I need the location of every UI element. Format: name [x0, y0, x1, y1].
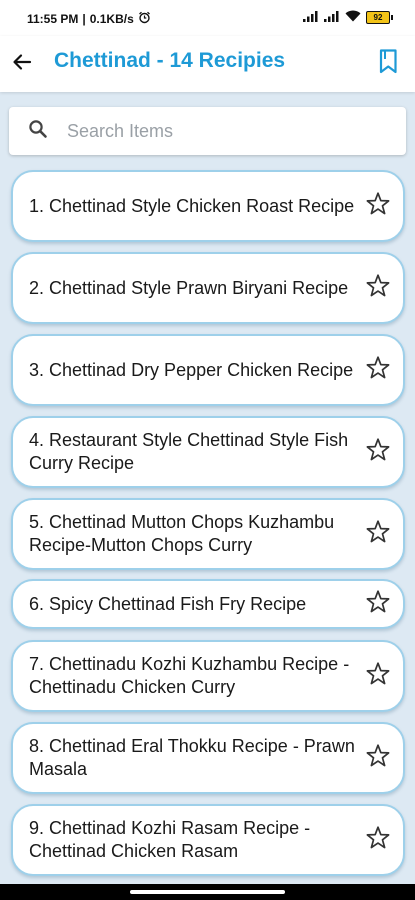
recipe-card[interactable]: 9. Chettinad Kozhi Rasam Recipe - Chetti… [11, 804, 405, 876]
star-icon [365, 743, 391, 774]
recipe-card[interactable]: 1. Chettinad Style Chicken Roast Recipe [11, 170, 405, 242]
recipe-card[interactable]: 8. Chettinad Eral Thokku Recipe - Prawn … [11, 722, 405, 794]
status-net-speed: 0.1KB/s [89, 12, 134, 26]
recipe-title: 2. Chettinad Style Prawn Biryani Recipe [29, 277, 349, 298]
recipe-card[interactable]: 4. Restaurant Style Chettinad Style Fish… [11, 416, 405, 488]
favorite-button[interactable] [361, 517, 395, 551]
signal-icon [303, 10, 319, 25]
battery-level: 92 [366, 11, 390, 24]
status-right: 92 [303, 10, 393, 25]
app-bar: Chettinad - 14 Recipies [0, 36, 415, 92]
back-button[interactable] [4, 46, 40, 82]
recipe-title: 7. Chettinadu Kozhi Kuzhambu Recipe - Ch… [29, 654, 350, 697]
favorite-button[interactable] [361, 353, 395, 387]
arrow-left-icon [12, 52, 32, 77]
star-icon [365, 519, 391, 550]
favorite-button[interactable] [361, 189, 395, 223]
star-icon [365, 437, 391, 468]
signal-icon-secondary [324, 10, 340, 25]
battery-tip [391, 15, 393, 20]
recipe-title: 6. Spicy Chettinad Fish Fry Recipe [29, 593, 307, 614]
bookmarks-button[interactable] [371, 46, 407, 82]
favorite-button[interactable] [361, 659, 395, 693]
status-left: 11:55 PM | 0.1KB/s [27, 11, 151, 27]
recipe-title: 8. Chettinad Eral Thokku Recipe - Prawn … [29, 736, 355, 779]
recipe-title: 3. Chettinad Dry Pepper Chicken Recipe [29, 359, 354, 380]
recipe-card[interactable]: 6. Spicy Chettinad Fish Fry Recipe [11, 579, 405, 629]
star-icon [365, 825, 391, 856]
status-separator: | [82, 12, 86, 26]
battery-icon: 92 [366, 11, 393, 24]
search-box[interactable] [9, 107, 406, 155]
favorite-button[interactable] [361, 271, 395, 305]
status-time: 11:55 PM [27, 12, 79, 26]
star-icon [365, 661, 391, 692]
star-icon [365, 355, 391, 386]
search-input[interactable] [67, 109, 387, 153]
recipe-title: 4. Restaurant Style Chettinad Style Fish… [29, 430, 349, 473]
search-icon-wrap [9, 107, 67, 155]
favorite-button[interactable] [361, 587, 395, 621]
home-gesture-handle[interactable] [130, 890, 285, 894]
recipe-title: 5. Chettinad Mutton Chops Kuzhambu Recip… [29, 512, 335, 555]
alarm-icon [138, 11, 151, 27]
star-icon [365, 191, 391, 222]
star-icon [365, 589, 391, 620]
recipe-card[interactable]: 5. Chettinad Mutton Chops Kuzhambu Recip… [11, 498, 405, 570]
page-title: Chettinad - 14 Recipies [54, 49, 286, 72]
recipe-card[interactable]: 2. Chettinad Style Prawn Biryani Recipe [11, 252, 405, 324]
search-icon [28, 119, 48, 144]
recipe-title: 1. Chettinad Style Chicken Roast Recipe [29, 195, 355, 216]
bookmark-icon [377, 48, 401, 81]
system-nav-bar [0, 884, 415, 900]
star-icon [365, 273, 391, 304]
status-bar: 11:55 PM | 0.1KB/s 92 [0, 0, 415, 36]
wifi-icon [345, 10, 361, 25]
recipe-card[interactable]: 3. Chettinad Dry Pepper Chicken Recipe [11, 334, 405, 406]
favorite-button[interactable] [361, 823, 395, 857]
recipe-card[interactable]: 7. Chettinadu Kozhi Kuzhambu Recipe - Ch… [11, 640, 405, 712]
favorite-button[interactable] [361, 435, 395, 469]
recipe-list[interactable]: 1. Chettinad Style Chicken Roast Recipe … [0, 168, 415, 884]
favorite-button[interactable] [361, 741, 395, 775]
recipe-title: 9. Chettinad Kozhi Rasam Recipe - Chetti… [29, 818, 311, 861]
